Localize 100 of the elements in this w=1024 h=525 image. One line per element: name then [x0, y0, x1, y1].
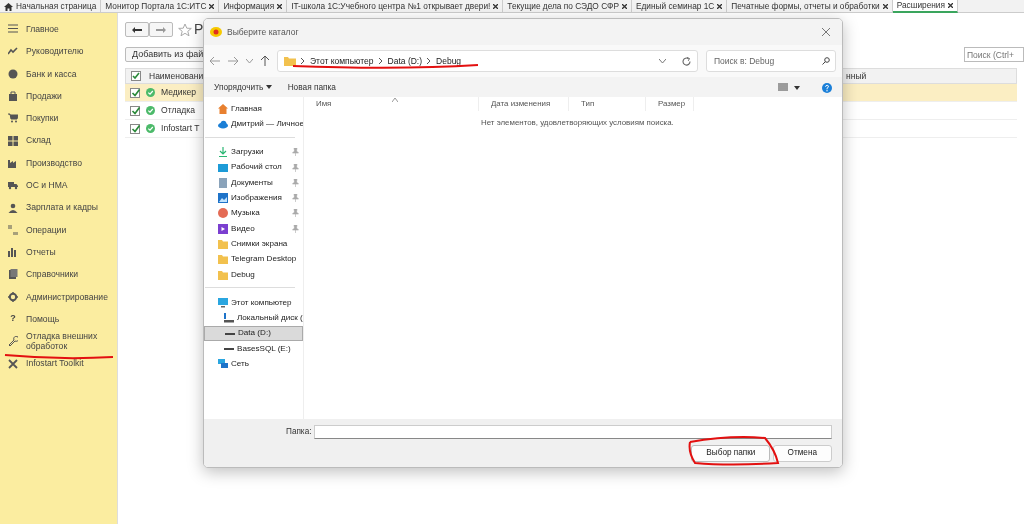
bar-chart-icon — [8, 247, 18, 258]
sidebar-item[interactable]: ОС и НМА — [0, 174, 117, 197]
search-field[interactable]: Поиск (Ctrl+ — [964, 47, 1024, 62]
folder-name-field[interactable] — [313, 425, 832, 439]
checkbox[interactable] — [130, 123, 140, 134]
back-arrow-icon[interactable] — [210, 57, 220, 65]
sidebar-item[interactable]: Администрирование — [0, 285, 117, 308]
close-icon[interactable] — [209, 4, 215, 9]
document-icon — [218, 177, 228, 188]
back-button[interactable] — [125, 22, 149, 37]
checkbox[interactable] — [130, 105, 140, 116]
pin-icon — [292, 178, 299, 187]
sidebar-item[interactable]: Продажи — [0, 84, 117, 108]
organize-menu[interactable]: Упорядочить — [214, 80, 272, 94]
search-field[interactable]: Поиск в: Debug — [706, 50, 836, 72]
operations-icon — [8, 224, 18, 235]
folder-label: Папка: — [286, 425, 312, 438]
folder-icon — [218, 269, 228, 280]
sidebar-item[interactable]: Справочники — [0, 263, 117, 286]
column-header[interactable]: нный — [846, 69, 1016, 83]
table-cell: Отладка — [161, 104, 195, 117]
sidebar-item[interactable]: Склад — [0, 129, 117, 152]
cancel-button[interactable]: Отмена — [772, 445, 832, 462]
nav-item[interactable]: Музыка — [204, 205, 303, 222]
breadcrumb-item[interactable]: Debug — [436, 54, 462, 68]
tab[interactable]: Расширения — [892, 0, 958, 13]
pin-icon — [292, 194, 299, 203]
forward-arrow-icon — [156, 26, 166, 33]
sidebar-item[interactable]: Операции — [0, 218, 117, 241]
help-icon[interactable] — [822, 82, 832, 93]
sidebar-item[interactable]: Отладка внешних обработок — [0, 330, 117, 353]
nav-item[interactable]: Этот компьютер — [204, 295, 303, 311]
close-icon[interactable] — [947, 3, 953, 8]
folder-icon — [284, 56, 296, 66]
breadcrumb-item[interactable]: Data (D:) — [387, 54, 423, 68]
sort-caret-icon — [392, 98, 398, 102]
sidebar-item[interactable]: ? Помощь — [0, 307, 117, 331]
nav-item[interactable]: Сеть — [204, 356, 303, 372]
checkbox[interactable] — [130, 87, 140, 98]
chevron-down-icon[interactable] — [659, 58, 666, 64]
monitor-icon — [218, 297, 228, 308]
nav-item[interactable]: Дмитрий — Личное — [204, 116, 303, 132]
books-icon — [8, 269, 18, 280]
desktop-icon — [218, 162, 228, 173]
wrench-icon — [8, 336, 18, 347]
nav-item[interactable]: Telegram Desktop — [204, 251, 303, 267]
refresh-icon[interactable] — [682, 56, 691, 66]
bag-icon — [8, 91, 18, 102]
table-cell: Медикер — [161, 86, 197, 99]
tab[interactable]: Единый семинар 1С — [631, 0, 728, 13]
close-icon[interactable] — [882, 4, 888, 9]
tab[interactable]: Информация — [219, 0, 288, 13]
nav-item[interactable]: Главная — [204, 101, 303, 117]
sidebar-item[interactable]: Отчеты — [0, 240, 117, 264]
nav-item[interactable]: Видео — [204, 221, 303, 237]
pin-icon — [292, 224, 299, 233]
nav-item[interactable]: Изображения — [204, 190, 303, 206]
pin-icon — [292, 209, 299, 218]
nav-item[interactable]: Загрузки — [204, 144, 303, 160]
status-check-icon — [146, 88, 155, 97]
tab[interactable]: Текущие дела по СЭДО СФР — [503, 0, 632, 13]
trend-icon — [8, 46, 18, 57]
nav-item[interactable]: BasesSQL (E:) — [204, 341, 303, 357]
nav-item[interactable]: Снимки экрана — [204, 236, 303, 252]
sidebar-item[interactable]: Покупки — [0, 107, 117, 130]
select-folder-button[interactable]: Выбор папки — [691, 445, 771, 462]
chevron-right-icon — [427, 58, 432, 64]
nav-item[interactable]: Документы — [204, 175, 303, 191]
nav-item[interactable]: Рабочий стол — [204, 159, 303, 176]
pin-icon — [292, 148, 299, 157]
close-icon[interactable] — [493, 4, 499, 9]
close-icon[interactable] — [621, 4, 627, 9]
nav-item[interactable]: Debug — [204, 266, 303, 283]
truck-icon — [8, 180, 18, 191]
music-icon — [218, 208, 228, 219]
sidebar-item[interactable]: Infostart Toolkit — [0, 352, 117, 375]
search-input[interactable]: Поиск в: Debug — [712, 53, 822, 69]
new-folder-button[interactable]: Новая папка — [287, 80, 762, 94]
star-icon[interactable] — [177, 22, 192, 37]
sidebar-item[interactable]: Производство — [0, 151, 117, 175]
close-icon[interactable] — [717, 4, 723, 9]
up-arrow-icon[interactable] — [261, 56, 269, 66]
sidebar-item[interactable]: Главное — [0, 18, 117, 41]
close-icon[interactable] — [277, 4, 283, 9]
home-icon — [4, 2, 13, 11]
chevron-down-icon[interactable] — [246, 58, 253, 64]
sidebar-item[interactable]: Банк и касса — [0, 62, 117, 85]
breadcrumb-item[interactable]: Этот компьютер — [310, 54, 374, 68]
table-cell: Infostart T — [161, 122, 200, 135]
nav-item[interactable]: Локальный диск ( — [204, 310, 303, 326]
factory-icon — [8, 157, 18, 168]
forward-arrow-icon[interactable] — [228, 57, 238, 65]
nav-item[interactable]: Data (D:) — [204, 325, 303, 342]
video-icon — [218, 223, 228, 234]
image-icon — [218, 193, 228, 204]
sidebar-item[interactable]: Зарплата и кадры — [0, 196, 117, 219]
sidebar-item[interactable]: Руководителю — [0, 40, 117, 63]
back-arrow-icon — [132, 26, 142, 33]
tab[interactable]: IT-школа 1С:Учебного центра №1 открывает двери! — [287, 0, 504, 13]
tab[interactable]: Печатные формы, отчеты и обработки — [727, 0, 893, 13]
